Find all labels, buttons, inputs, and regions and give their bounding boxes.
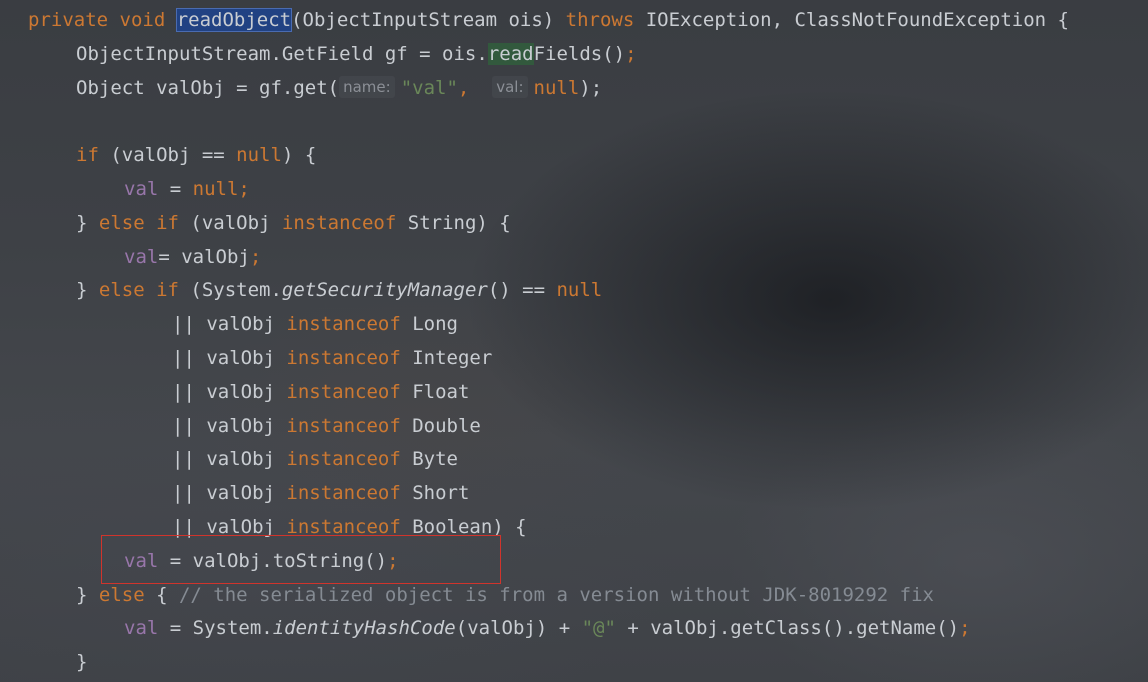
code-token: , xyxy=(457,76,493,99)
code-line[interactable]: } else if (System.getSecurityManager() =… xyxy=(76,273,602,307)
code-token: // the serialized object is from a versi… xyxy=(178,583,934,606)
code-token: null xyxy=(533,76,580,99)
code-line[interactable]: } else if (valObj instanceof String) { xyxy=(76,206,511,240)
code-token: || valObj xyxy=(172,482,287,505)
code-token: instanceof xyxy=(286,380,413,403)
code-token: instanceof xyxy=(286,313,413,336)
code-token: { xyxy=(156,583,179,606)
code-token: instanceof xyxy=(286,414,413,437)
code-token: Float xyxy=(412,380,470,403)
code-token: Double xyxy=(412,414,481,437)
code-line[interactable]: if (valObj == null) { xyxy=(76,138,316,172)
code-token: val xyxy=(124,245,159,268)
code-token: ; xyxy=(625,42,637,65)
code-token: if xyxy=(76,144,111,167)
code-token: "@" xyxy=(581,617,616,640)
code-token: Object valObj = gf.get( xyxy=(76,76,340,99)
code-token: || valObj xyxy=(172,313,287,336)
parameter-hint: val: xyxy=(492,75,528,98)
code-token: || valObj xyxy=(172,380,287,403)
code-token: null xyxy=(192,178,239,200)
code-token: else xyxy=(98,583,157,606)
code-token: readObject xyxy=(175,8,293,32)
parameter-hint: name: xyxy=(339,75,395,98)
code-token: (ObjectInputStream ois) xyxy=(291,9,566,31)
code-token: Short xyxy=(412,482,470,505)
code-token: instanceof xyxy=(286,482,413,505)
code-token: Long xyxy=(412,313,458,336)
code-token: else if xyxy=(98,211,191,234)
code-token: instanceof xyxy=(281,211,408,234)
code-token: "val" xyxy=(400,76,458,99)
code-token: private xyxy=(28,9,120,31)
highlight-annotation-box xyxy=(101,535,501,584)
code-line[interactable]: Object valObj = gf.get(name: "val", val: n… xyxy=(76,71,602,105)
code-line[interactable]: || valObj instanceof Float xyxy=(172,375,469,409)
code-token: ; xyxy=(238,178,250,200)
code-token: = valObj xyxy=(158,245,250,268)
code-line[interactable]: ObjectInputStream.GetField gf = ois.read… xyxy=(76,37,637,71)
code-line[interactable]: private void readObject(ObjectInputStrea… xyxy=(28,3,1069,37)
code-token: || valObj xyxy=(172,347,287,369)
code-line[interactable]: val= valObj; xyxy=(124,240,261,274)
code-token: ; xyxy=(249,245,262,268)
code-token: } xyxy=(76,279,99,302)
code-token: null xyxy=(236,144,282,167)
code-token: val xyxy=(124,617,159,640)
code-token: String) { xyxy=(407,211,511,234)
code-token: Byte xyxy=(412,448,458,471)
code-token: instanceof xyxy=(286,448,413,471)
code-token: (valObj xyxy=(190,211,282,234)
code-token: (System. xyxy=(190,279,282,302)
code-token: || valObj xyxy=(172,448,287,471)
code-token: Integer xyxy=(412,347,493,369)
code-token: (valObj == xyxy=(110,144,237,167)
code-token: throws xyxy=(565,9,646,31)
code-token: (valObj) + xyxy=(455,617,582,640)
code-token: identityHashCode xyxy=(272,617,456,640)
code-token: Fields() xyxy=(533,42,626,65)
code-line[interactable]: || valObj instanceof Short xyxy=(172,476,469,510)
code-token: ; xyxy=(959,617,971,640)
code-line[interactable]: || valObj instanceof Double xyxy=(172,409,481,443)
code-line[interactable]: || valObj instanceof Long xyxy=(172,307,458,341)
code-token: () == xyxy=(487,279,557,302)
code-token: || valObj xyxy=(172,414,287,437)
code-token: } xyxy=(76,211,99,234)
code-token: val xyxy=(124,178,159,200)
code-token: null xyxy=(556,279,603,302)
code-token: + valObj.getClass().getName() xyxy=(615,617,960,640)
code-line[interactable]: || valObj instanceof Byte xyxy=(172,442,458,476)
code-line[interactable]: || valObj instanceof Integer xyxy=(172,341,492,375)
code-token: ) { xyxy=(281,144,317,167)
code-token: read xyxy=(487,42,534,65)
code-token: ObjectInputStream.GetField gf = ois. xyxy=(76,42,488,65)
code-token: } xyxy=(76,651,88,674)
code-token: IOException, ClassNotFoundException { xyxy=(645,9,1069,31)
code-token: getSecurityManager xyxy=(281,279,488,302)
code-token: ); xyxy=(579,76,603,99)
code-token: void xyxy=(119,9,177,31)
code-token: instanceof xyxy=(286,347,413,369)
code-token: = System. xyxy=(158,617,273,640)
code-line[interactable]: } xyxy=(76,645,87,679)
code-line[interactable]: val = System.identityHashCode(valObj) + … xyxy=(124,611,971,645)
code-token: else if xyxy=(98,279,191,302)
code-line[interactable]: val = null; xyxy=(124,172,250,206)
code-token: = xyxy=(158,178,193,200)
code-token: } xyxy=(76,583,99,606)
